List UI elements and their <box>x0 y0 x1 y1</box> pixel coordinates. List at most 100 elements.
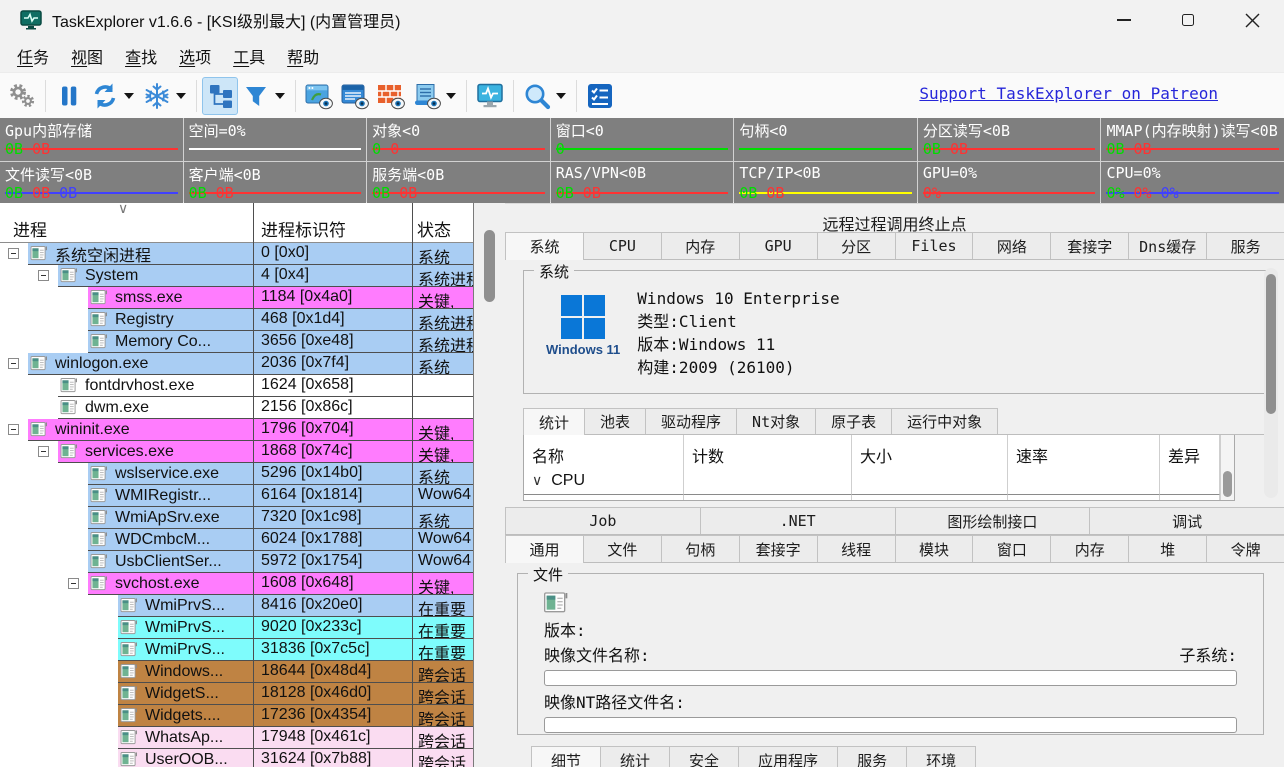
tab-文件[interactable]: 文件 <box>583 535 662 562</box>
process-row[interactable]: Registry468 [0x1d4]系统进程 <box>0 309 473 331</box>
chevron-down-icon[interactable]: ∨ <box>532 472 542 488</box>
subtab-原子表[interactable]: 原子表 <box>815 408 892 434</box>
graph-panel[interactable]: RAS/VPN<0B0B0B <box>551 162 734 205</box>
column-header-process[interactable]: 进程 <box>13 216 47 241</box>
tab-内存[interactable]: 内存 <box>661 232 740 259</box>
process-row[interactable]: wininit.exe1796 [0x704]关键, <box>0 419 473 441</box>
graph-panel[interactable]: 客户端<0B0B0B <box>184 162 367 205</box>
process-row[interactable]: fontdrvhost.exe1624 [0x658] <box>0 375 473 397</box>
tree-expander[interactable] <box>68 578 79 589</box>
tab-细节[interactable]: 细节 <box>531 746 601 767</box>
graph-panel[interactable]: MMAP(内存映射)读写<0B0B0B <box>1101 118 1284 161</box>
settings-gears-button[interactable] <box>4 77 40 115</box>
pause-button[interactable] <box>51 77 87 115</box>
tab-Files[interactable]: Files <box>895 232 974 259</box>
tab-通用[interactable]: 通用 <box>505 535 584 563</box>
column-header-pid[interactable]: 进程标识符 <box>261 216 346 241</box>
tab-CPU[interactable]: CPU <box>583 232 662 259</box>
tab-Dns缓存[interactable]: Dns缓存 <box>1128 232 1207 259</box>
scrollbar-thumb[interactable] <box>1266 274 1276 414</box>
tab-套接字[interactable]: 套接字 <box>739 535 818 562</box>
tab-.NET[interactable]: .NET <box>700 507 896 534</box>
graph-panel[interactable]: 服务端<0B0B0B <box>367 162 550 205</box>
tab-内存[interactable]: 内存 <box>1050 535 1129 562</box>
tree-expander[interactable] <box>38 270 49 281</box>
menu-item-帮助[interactable]: 帮助 <box>276 40 330 72</box>
subtab-驱动程序[interactable]: 驱动程序 <box>645 408 737 434</box>
subtab-Nt对象[interactable]: Nt对象 <box>736 408 816 434</box>
graph-panel[interactable]: 窗口<00 <box>551 118 734 161</box>
tree-expander[interactable] <box>38 446 49 457</box>
process-row[interactable]: WmiPrvS...8416 [0x20e0]在重要 <box>0 595 473 617</box>
process-row[interactable]: Memory Co...3656 [0xe48]系统进程 <box>0 331 473 353</box>
scrollbar-thumb[interactable] <box>484 230 495 302</box>
process-row[interactable]: winlogon.exe2036 [0x7f4]系统 <box>0 353 473 375</box>
process-row[interactable]: UserOOB...31624 [0x7b88]跨会话 <box>0 749 473 767</box>
options-checklist-button[interactable] <box>582 77 618 115</box>
tab-模块[interactable]: 模块 <box>895 535 974 562</box>
column-divider[interactable] <box>412 203 413 767</box>
stats-row[interactable]: ∨CPU <box>524 470 1234 495</box>
freeze-button[interactable] <box>139 77 175 115</box>
menu-item-视图[interactable]: 视图 <box>60 40 114 72</box>
tab-分区[interactable]: 分区 <box>817 232 896 259</box>
graph-panel[interactable]: TCP/IP<0B0B0B <box>734 162 917 205</box>
tab-调试[interactable]: 调试 <box>1089 507 1284 534</box>
tab-服务[interactable]: 服务 <box>837 746 907 767</box>
graph-panel[interactable]: 空间=0% <box>184 118 367 161</box>
stats-column-header[interactable]: 名称 <box>524 435 684 470</box>
subtab-运行中对象[interactable]: 运行中对象 <box>891 408 998 434</box>
process-row[interactable]: WmiPrvS...31836 [0x7c5c]在重要 <box>0 639 473 661</box>
tab-图形绘制接口[interactable]: 图形绘制接口 <box>895 507 1091 534</box>
patreon-link[interactable]: Support TaskExplorer on Patreon <box>919 84 1218 103</box>
freeze-dropdown-arrow[interactable] <box>176 93 186 99</box>
process-row[interactable]: WDCmbcM...6024 [0x1788]Wow64 <box>0 529 473 551</box>
process-row[interactable]: dwm.exe2156 [0x86c] <box>0 397 473 419</box>
process-row[interactable]: UsbClientSer...5972 [0x1754]Wow64 <box>0 551 473 573</box>
graph-panel[interactable]: Gpu内部存储0B0B <box>0 118 183 161</box>
pane-scrollbar[interactable] <box>1264 268 1278 498</box>
stats-column-header[interactable]: 差异 <box>1160 435 1220 470</box>
sort-chevron-icon[interactable]: ∨ <box>118 200 128 217</box>
process-row[interactable]: WhatsAp...17948 [0x461c]跨会话 <box>0 727 473 749</box>
refresh-dropdown-arrow[interactable] <box>124 93 134 99</box>
menu-item-选项[interactable]: 选项 <box>168 40 222 72</box>
process-table-scrollbar[interactable] <box>474 203 505 767</box>
tab-套接字[interactable]: 套接字 <box>1050 232 1129 259</box>
tab-句柄[interactable]: 句柄 <box>661 535 740 562</box>
process-row[interactable]: WMIRegistr...6164 [0x1814]Wow64 <box>0 485 473 507</box>
tree-expander[interactable] <box>8 358 19 369</box>
tab-统计[interactable]: 统计 <box>600 746 670 767</box>
stats-column-header[interactable]: 速率 <box>1008 435 1160 470</box>
menu-item-查找[interactable]: 查找 <box>114 40 168 72</box>
list-monitor-button[interactable] <box>337 77 373 115</box>
graph-panel[interactable]: 文件读写<0B0B0B0B <box>0 162 183 205</box>
tab-安全[interactable]: 安全 <box>669 746 739 767</box>
close-button[interactable] <box>1220 0 1284 40</box>
tab-环境[interactable]: 环境 <box>906 746 976 767</box>
filter-button[interactable] <box>238 77 274 115</box>
column-divider[interactable] <box>253 203 254 767</box>
refresh-button[interactable] <box>87 77 123 115</box>
tab-系统[interactable]: 系统 <box>505 232 584 260</box>
graph-panel[interactable]: GPU=0%0% <box>918 162 1101 205</box>
process-row[interactable]: WmiPrvS...9020 [0x233c]在重要 <box>0 617 473 639</box>
scrollbar-thumb[interactable] <box>1223 471 1232 497</box>
window-monitor-button[interactable] <box>301 77 337 115</box>
firewall-monitor-button[interactable] <box>373 77 409 115</box>
process-row[interactable]: WidgetS...18128 [0x46d0]跨会话 <box>0 683 473 705</box>
graph-panel[interactable]: 对象<000 <box>367 118 550 161</box>
process-row[interactable]: svchost.exe1608 [0x648]关键, <box>0 573 473 595</box>
stats-table-scrollbar[interactable] <box>1220 435 1234 500</box>
stats-column-header[interactable]: 计数 <box>684 435 852 470</box>
graph-panel[interactable]: 句柄<0 <box>734 118 917 161</box>
tab-GPU[interactable]: GPU <box>739 232 818 259</box>
process-row[interactable]: 系统空闲进程0 [0x0]系统 <box>0 243 473 265</box>
process-row[interactable]: WmiApSrv.exe7320 [0x1c98]系统 <box>0 507 473 529</box>
process-row[interactable]: smss.exe1184 [0x4a0]关键, <box>0 287 473 309</box>
search-button[interactable] <box>519 77 555 115</box>
menu-item-工具[interactable]: 工具 <box>222 40 276 72</box>
script-monitor-button[interactable] <box>409 77 445 115</box>
process-row[interactable]: services.exe1868 [0x74c]关键, <box>0 441 473 463</box>
tab-网络[interactable]: 网络 <box>972 232 1051 259</box>
